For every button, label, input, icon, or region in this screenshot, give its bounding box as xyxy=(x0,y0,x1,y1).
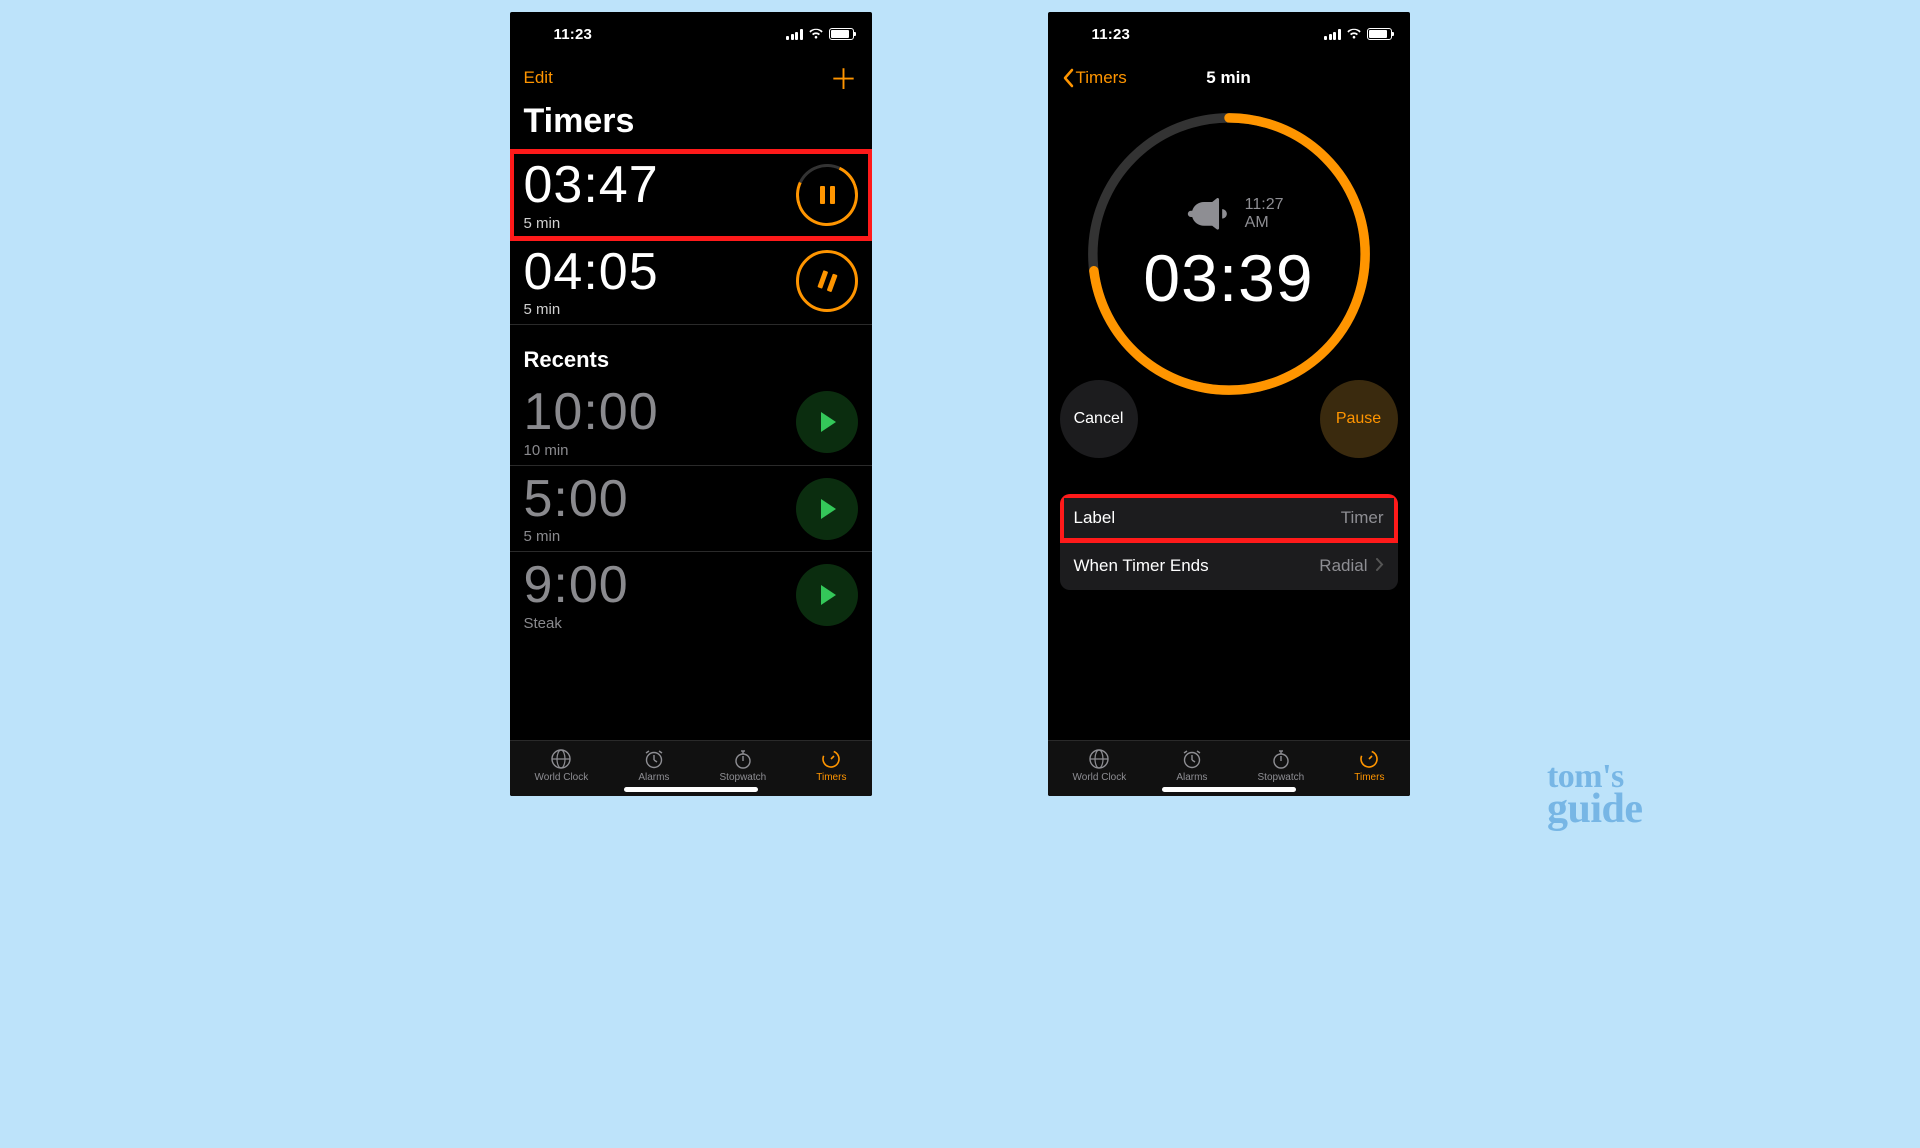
stopwatch-icon xyxy=(732,748,754,770)
recent-timer-row[interactable]: 9:00 Steak xyxy=(510,552,872,638)
active-timer-row[interactable]: 03:47 5 min xyxy=(510,151,872,239)
add-button[interactable]: ＋ xyxy=(829,58,857,98)
row-value: Timer xyxy=(1341,508,1384,528)
tab-alarms[interactable]: Alarms xyxy=(638,748,669,783)
timer-label: 5 min xyxy=(524,215,659,232)
recent-timer-row[interactable]: 5:00 5 min xyxy=(510,466,872,553)
wifi-icon xyxy=(1346,28,1362,40)
timer-icon xyxy=(1358,748,1380,770)
row-value: Radial xyxy=(1319,556,1367,576)
timer-remaining: 03:47 xyxy=(524,158,659,213)
timer-label: 5 min xyxy=(524,301,659,318)
tab-label: Alarms xyxy=(638,772,669,783)
home-indicator[interactable] xyxy=(1162,787,1296,792)
tab-timers[interactable]: Timers xyxy=(816,748,846,783)
page-title: Timers xyxy=(510,100,872,151)
status-icons xyxy=(786,28,854,40)
status-time: 11:23 xyxy=(554,26,593,43)
recent-timer-row[interactable]: 10:00 10 min xyxy=(510,379,872,466)
nav-bar: Timers 5 min xyxy=(1048,56,1410,100)
recent-duration: 5:00 xyxy=(524,472,629,527)
cellular-icon xyxy=(1324,29,1341,40)
recent-label: Steak xyxy=(524,615,629,632)
play-button[interactable] xyxy=(796,564,858,626)
phone-timers-list: 11:23 Edit ＋ Timers 03:47 5 min xyxy=(510,12,872,796)
edit-button[interactable]: Edit xyxy=(524,68,553,88)
tab-stopwatch[interactable]: Stopwatch xyxy=(720,748,767,783)
status-bar: 11:23 xyxy=(1048,12,1410,56)
timer-dial: 11:27 AM 03:39 xyxy=(1081,106,1377,402)
label-row[interactable]: Label Timer xyxy=(1060,494,1398,542)
pause-button[interactable] xyxy=(796,250,858,312)
chevron-left-icon xyxy=(1062,68,1074,88)
recent-duration: 10:00 xyxy=(524,385,659,440)
timer-remaining-large: 03:39 xyxy=(1143,240,1313,316)
battery-icon xyxy=(1367,28,1392,40)
play-button[interactable] xyxy=(796,478,858,540)
tab-label: Timers xyxy=(1354,772,1384,783)
timer-remaining: 04:05 xyxy=(524,245,659,300)
when-timer-ends-row[interactable]: When Timer Ends Radial xyxy=(1060,542,1398,590)
back-button[interactable]: Timers xyxy=(1062,68,1127,88)
tab-label: Stopwatch xyxy=(1258,772,1305,783)
play-button[interactable] xyxy=(796,391,858,453)
tab-stopwatch[interactable]: Stopwatch xyxy=(1258,748,1305,783)
chevron-right-icon xyxy=(1376,556,1384,576)
recent-duration: 9:00 xyxy=(524,558,629,613)
tab-bar: World Clock Alarms Stopwatch Timers xyxy=(510,740,872,796)
watermark-logo: tom'sguide xyxy=(1547,763,1643,828)
timer-icon xyxy=(820,748,842,770)
bell-icon xyxy=(1184,180,1228,247)
tab-bar: World Clock Alarms Stopwatch Timers xyxy=(1048,740,1410,796)
recent-label: 10 min xyxy=(524,442,659,459)
tab-timers[interactable]: Timers xyxy=(1354,748,1384,783)
wifi-icon xyxy=(808,28,824,40)
pause-button[interactable] xyxy=(787,155,866,234)
home-indicator[interactable] xyxy=(624,787,758,792)
status-time: 11:23 xyxy=(1092,26,1131,43)
timer-settings-group: Label Timer When Timer Ends Radial xyxy=(1060,494,1398,590)
back-label: Timers xyxy=(1076,68,1127,88)
tab-label: Timers xyxy=(816,772,846,783)
tab-label: World Clock xyxy=(535,772,589,783)
timer-end-time: 11:27 AM xyxy=(1173,192,1285,236)
recent-label: 5 min xyxy=(524,528,629,545)
battery-icon xyxy=(829,28,854,40)
tab-world-clock[interactable]: World Clock xyxy=(535,748,589,783)
nav-bar: Edit ＋ xyxy=(510,56,872,100)
stopwatch-icon xyxy=(1270,748,1292,770)
tab-label: World Clock xyxy=(1073,772,1127,783)
active-timer-row[interactable]: 04:05 5 min xyxy=(510,239,872,326)
tab-label: Stopwatch xyxy=(720,772,767,783)
status-icons xyxy=(1324,28,1392,40)
globe-icon xyxy=(550,748,572,770)
tab-label: Alarms xyxy=(1176,772,1207,783)
recents-header: Recents xyxy=(510,325,872,379)
status-bar: 11:23 xyxy=(510,12,872,56)
alarm-icon xyxy=(1181,748,1203,770)
tab-alarms[interactable]: Alarms xyxy=(1176,748,1207,783)
row-key: Label xyxy=(1074,508,1116,528)
cellular-icon xyxy=(786,29,803,40)
row-key: When Timer Ends xyxy=(1074,556,1209,576)
tab-world-clock[interactable]: World Clock xyxy=(1073,748,1127,783)
alarm-icon xyxy=(643,748,665,770)
phone-timer-detail: 11:23 Timers 5 min xyxy=(1048,12,1410,796)
globe-icon xyxy=(1088,748,1110,770)
